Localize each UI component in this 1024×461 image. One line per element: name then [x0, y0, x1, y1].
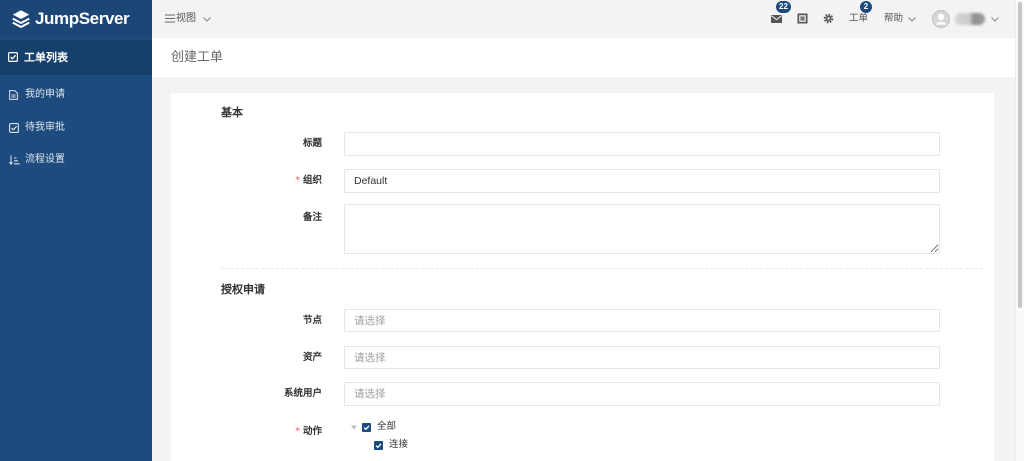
- page-title: 创建工单: [171, 50, 224, 65]
- system-users-select[interactable]: [344, 382, 940, 406]
- system-users-label: 系统用户: [171, 382, 322, 406]
- comment-label: 备注: [171, 204, 322, 232]
- sidebar-item-ticket-list[interactable]: 工单列表: [0, 40, 152, 75]
- bars-icon: [165, 14, 175, 23]
- required-mark: *: [295, 175, 300, 186]
- top-navbar: 视图 22 工单 2 帮助: [152, 0, 1015, 38]
- check-square-icon: [9, 123, 20, 133]
- title-input[interactable]: [344, 132, 940, 156]
- nodes-label-text: 节点: [302, 315, 322, 326]
- actions-label-text: 动作: [302, 426, 322, 437]
- section-divider: [221, 268, 983, 269]
- tree-node-label[interactable]: 连接: [389, 438, 408, 452]
- nodes-label: 节点: [171, 309, 322, 332]
- page-scrollbar[interactable]: [1015, 0, 1024, 461]
- title-label-text: 标题: [302, 138, 322, 149]
- page-header: 创建工单: [152, 38, 1015, 77]
- check-square-icon: [8, 52, 18, 62]
- org-label: * 组织: [171, 169, 322, 193]
- org-select[interactable]: [344, 169, 940, 193]
- sidebar-item-label: 我的申请: [25, 89, 65, 100]
- web-terminal-icon: [797, 13, 808, 24]
- help-label: 帮助: [884, 13, 904, 24]
- section-heading-apply: 授权申请: [221, 283, 265, 296]
- jumpserver-logo-icon: [11, 9, 31, 29]
- sort-icon: [9, 155, 20, 165]
- tickets-button[interactable]: 工单 2: [849, 0, 873, 38]
- chevron-down-icon: [991, 17, 999, 22]
- chevron-down-icon: [203, 17, 211, 22]
- sidebar: JumpServer 工单列表 我的申请 待我审批 流程设置: [0, 0, 152, 461]
- title-label: 标题: [171, 132, 322, 156]
- envelope-icon: [771, 15, 782, 23]
- view-label: 视图: [176, 13, 196, 24]
- settings-button[interactable]: [823, 13, 834, 24]
- messages-badge: 22: [776, 1, 791, 13]
- tickets-badge: 2: [860, 1, 872, 13]
- sidebar-item-pending-approval[interactable]: 待我审批: [0, 113, 152, 143]
- assets-select[interactable]: [344, 346, 940, 369]
- sidebar-item-label: 工单列表: [24, 51, 68, 64]
- required-mark: *: [295, 426, 300, 437]
- comment-label-text: 备注: [302, 212, 322, 223]
- app-root: JumpServer 工单列表 我的申请 待我审批 流程设置 视图 22 工单 …: [0, 0, 1024, 461]
- file-text-icon: [9, 90, 20, 100]
- assets-label: 资产: [171, 346, 322, 369]
- chevron-down-icon: [908, 17, 916, 22]
- system-users-label-text: 系统用户: [283, 388, 322, 399]
- create-ticket-form: 基本 标题 *组织 备注 授权申请 节点 资产 系统用户 *动作 全部: [171, 93, 994, 461]
- sidebar-item-my-applications[interactable]: 我的申请: [0, 80, 152, 110]
- scrollbar-thumb[interactable]: [1018, 2, 1022, 308]
- view-dropdown[interactable]: 视图: [165, 10, 213, 28]
- user-avatar-icon: [932, 10, 950, 28]
- comment-textarea[interactable]: [344, 204, 940, 254]
- sidebar-item-flow-settings[interactable]: 流程设置: [0, 145, 152, 175]
- actions-label: * 动作: [171, 423, 322, 441]
- user-dropdown[interactable]: [932, 10, 1000, 28]
- web-terminal-button[interactable]: [797, 13, 808, 24]
- messages-button[interactable]: 22: [771, 0, 795, 38]
- logo[interactable]: JumpServer: [0, 0, 152, 38]
- help-dropdown[interactable]: 帮助: [884, 10, 916, 28]
- nodes-select[interactable]: [344, 309, 940, 332]
- checkbox-connect[interactable]: [374, 441, 383, 450]
- section-heading-basic: 基本: [221, 106, 243, 119]
- caret-down-icon[interactable]: [351, 425, 357, 430]
- sidebar-item-label: 待我审批: [25, 122, 65, 133]
- logo-text: JumpServer: [35, 9, 130, 28]
- sidebar-item-label: 流程设置: [25, 154, 65, 165]
- username-redacted: [955, 13, 985, 25]
- org-label-text: 组织: [302, 175, 322, 186]
- assets-label-text: 资产: [302, 352, 322, 363]
- gear-icon: [823, 13, 834, 24]
- tree-node-label[interactable]: 全部: [377, 420, 396, 434]
- checkbox-all[interactable]: [362, 423, 371, 432]
